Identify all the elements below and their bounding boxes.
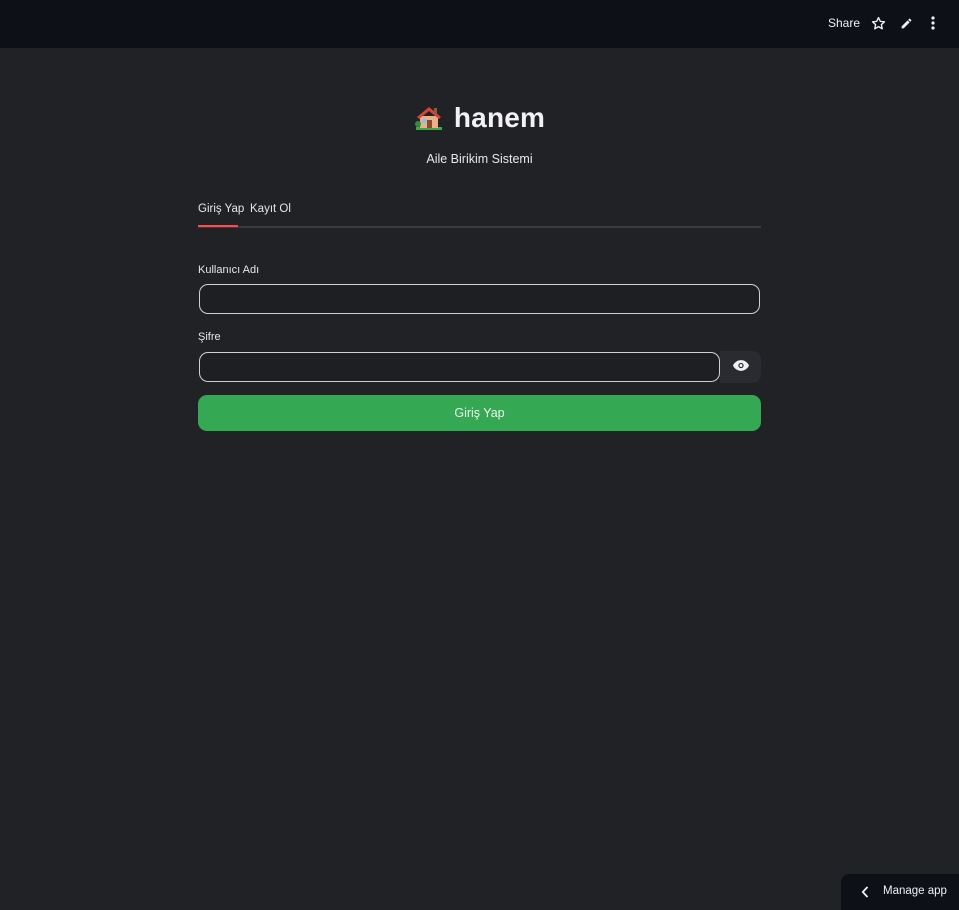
app-brand: hanem <box>0 102 959 138</box>
show-password-button[interactable] <box>720 351 761 383</box>
username-label: Kullanıcı Adı <box>198 264 260 276</box>
star-icon[interactable] <box>869 14 887 32</box>
password-input[interactable] <box>199 352 720 382</box>
chevron-left-icon <box>861 885 869 903</box>
tab-login[interactable]: Giriş Yap <box>198 203 244 215</box>
pencil-icon[interactable] <box>897 14 915 32</box>
eye-icon <box>732 358 749 376</box>
password-label: Şifre <box>198 331 221 343</box>
app-title: hanem <box>453 102 546 133</box>
top-toolbar: Share <box>0 0 959 48</box>
manage-app-button[interactable]: Manage app <box>841 874 959 910</box>
login-submit-button[interactable]: Giriş Yap <box>198 395 761 431</box>
share-button[interactable]: Share <box>828 16 860 30</box>
auth-tabs: Giriş Yap Kayıt Ol <box>198 200 761 228</box>
active-tab-indicator <box>198 225 238 227</box>
username-input[interactable] <box>199 284 760 314</box>
more-vertical-icon[interactable] <box>924 14 942 32</box>
tab-register[interactable]: Kayıt Ol <box>250 203 291 215</box>
app-subtitle: Aile Birikim Sistemi <box>426 152 533 166</box>
manage-app-label: Manage app <box>883 885 947 897</box>
house-icon <box>414 103 444 133</box>
